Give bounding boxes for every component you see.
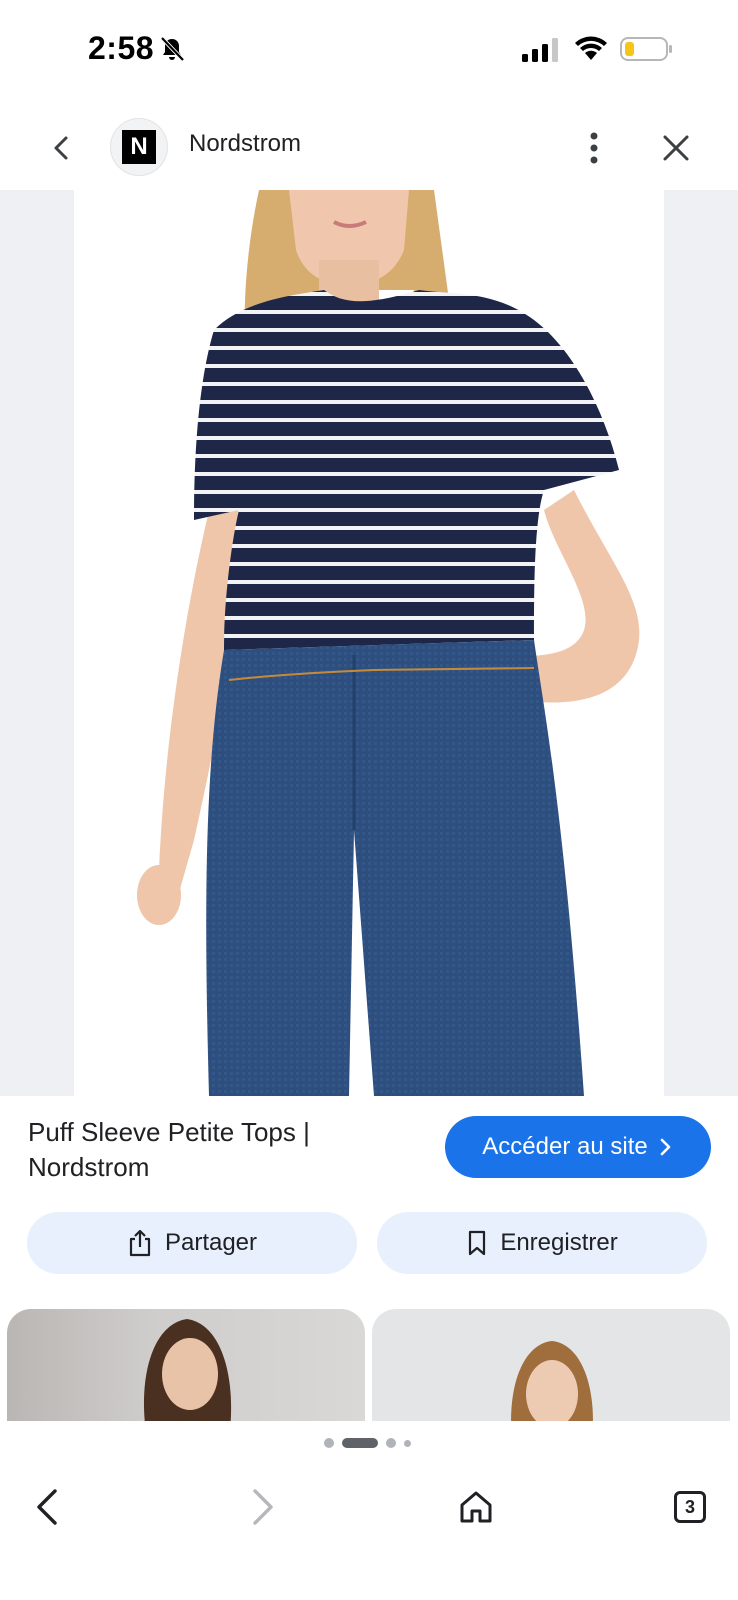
site-name[interactable]: Nordstrom [189, 130, 301, 158]
bookmark-icon [469, 1230, 486, 1256]
product-photo-illustration [137, 190, 640, 1096]
product-title[interactable]: Puff Sleeve Petite Tops | Nordstrom [28, 1115, 408, 1185]
wifi-icon [574, 36, 608, 62]
bottom-navigation: 3 [0, 1466, 738, 1600]
status-time: 2:58 [88, 30, 155, 66]
related-image-thumbnail [144, 1319, 232, 1421]
share-icon [129, 1229, 151, 1257]
battery-icon [620, 36, 674, 62]
nav-forward-button[interactable] [238, 1482, 286, 1532]
more-options-button[interactable] [576, 128, 612, 168]
close-button[interactable] [658, 130, 694, 166]
tabs-button[interactable]: 3 [666, 1482, 714, 1532]
tabs-count: 3 [684, 1496, 695, 1517]
signal-icon [522, 38, 562, 62]
save-button[interactable]: Enregistrer [377, 1212, 707, 1274]
home-icon [460, 1491, 492, 1523]
bell-off-icon [158, 35, 186, 63]
more-vert-icon [590, 132, 598, 164]
site-logo-letter: N [122, 130, 156, 164]
related-image-thumbnail [511, 1341, 593, 1421]
share-label: Partager [164, 1229, 258, 1256]
nav-back-icon [37, 1489, 57, 1525]
page-dot-active [342, 1438, 378, 1448]
page-dot [324, 1438, 334, 1448]
related-image-card[interactable] [372, 1309, 730, 1421]
viewer-header: N Nordstrom [0, 110, 738, 188]
visit-site-label: Accéder au site [482, 1133, 648, 1160]
related-image-card[interactable] [7, 1309, 365, 1421]
image-viewer[interactable] [0, 190, 738, 1096]
nav-back-button[interactable] [24, 1482, 72, 1532]
page-dot [386, 1438, 396, 1448]
status-bar: 2:58 [0, 0, 738, 100]
save-label: Enregistrer [500, 1229, 618, 1256]
share-button[interactable]: Partager [27, 1212, 357, 1274]
chevron-right-icon [660, 1138, 671, 1156]
related-images [0, 1309, 738, 1421]
back-button[interactable] [44, 130, 80, 166]
product-photo[interactable] [74, 190, 664, 1096]
site-logo[interactable]: N [110, 118, 168, 176]
page-dot [404, 1439, 411, 1447]
nav-home-button[interactable] [452, 1482, 500, 1532]
nav-forward-icon [253, 1489, 273, 1525]
back-icon [54, 136, 68, 160]
close-icon [663, 135, 689, 161]
tabs-icon: 3 [674, 1491, 706, 1523]
page-indicator [324, 1436, 411, 1450]
visit-site-button[interactable]: Accéder au site [445, 1116, 711, 1178]
